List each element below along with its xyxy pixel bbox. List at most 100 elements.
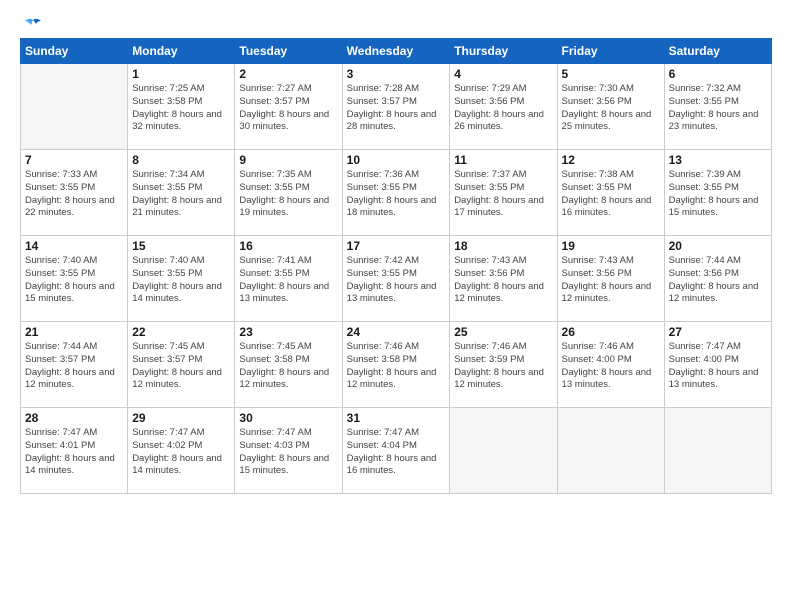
day-number: 2 — [239, 67, 337, 81]
day-number: 27 — [669, 325, 767, 339]
day-info: Sunrise: 7:47 AMSunset: 4:00 PMDaylight:… — [669, 341, 767, 392]
day-number: 19 — [562, 239, 660, 253]
calendar-day-cell: 23 Sunrise: 7:45 AMSunset: 3:58 PMDayligh… — [235, 322, 342, 408]
day-info: Sunrise: 7:32 AMSunset: 3:55 PMDaylight:… — [669, 83, 767, 134]
calendar-day-cell: 2 Sunrise: 7:27 AMSunset: 3:57 PMDaylight… — [235, 64, 342, 150]
calendar-day-cell: 21Sunrise: 7:44 AMSunset: 3:57 PMDayligh… — [21, 322, 128, 408]
calendar-header-tuesday: Tuesday — [235, 39, 342, 64]
day-number: 16 — [239, 239, 337, 253]
calendar-day-cell — [557, 408, 664, 494]
calendar-day-cell: 27 Sunrise: 7:47 AMSunset: 4:00 PMDayligh… — [664, 322, 771, 408]
calendar-header-friday: Friday — [557, 39, 664, 64]
page-header — [20, 18, 772, 32]
calendar-day-cell: 17Sunrise: 7:42 AMSunset: 3:55 PMDayligh… — [342, 236, 450, 322]
day-info: Sunrise: 7:33 AMSunset: 3:55 PMDaylight:… — [25, 169, 123, 220]
logo-bird-icon — [23, 18, 43, 34]
calendar-day-cell — [21, 64, 128, 150]
calendar-header-thursday: Thursday — [450, 39, 557, 64]
day-info: Sunrise: 7:45 AMSunset: 3:58 PMDaylight:… — [239, 341, 337, 392]
calendar-header-row: SundayMondayTuesdayWednesdayThursdayFrid… — [21, 39, 772, 64]
day-number: 23 — [239, 325, 337, 339]
day-info: Sunrise: 7:46 AMSunset: 3:59 PMDaylight:… — [454, 341, 552, 392]
calendar-day-cell: 31 Sunrise: 7:47 AMSunset: 4:04 PMDayligh… — [342, 408, 450, 494]
day-number: 28 — [25, 411, 123, 425]
calendar-day-cell: 7 Sunrise: 7:33 AMSunset: 3:55 PMDaylight… — [21, 150, 128, 236]
calendar-day-cell: 3Sunrise: 7:28 AMSunset: 3:57 PMDaylight… — [342, 64, 450, 150]
day-info: Sunrise: 7:27 AMSunset: 3:57 PMDaylight:… — [239, 83, 337, 134]
calendar-day-cell: 14Sunrise: 7:40 AMSunset: 3:55 PMDayligh… — [21, 236, 128, 322]
calendar-day-cell: 1 Sunrise: 7:25 AMSunset: 3:58 PMDaylight… — [128, 64, 235, 150]
day-info: Sunrise: 7:39 AMSunset: 3:55 PMDaylight:… — [669, 169, 767, 220]
calendar-day-cell: 13 Sunrise: 7:39 AMSunset: 3:55 PMDayligh… — [664, 150, 771, 236]
calendar-day-cell: 24 Sunrise: 7:46 AMSunset: 3:58 PMDayligh… — [342, 322, 450, 408]
day-number: 26 — [562, 325, 660, 339]
day-number: 12 — [562, 153, 660, 167]
day-info: Sunrise: 7:47 AMSunset: 4:02 PMDaylight:… — [132, 427, 230, 478]
day-number: 13 — [669, 153, 767, 167]
day-info: Sunrise: 7:43 AMSunset: 3:56 PMDaylight:… — [454, 255, 552, 306]
calendar-header-sunday: Sunday — [21, 39, 128, 64]
day-number: 17 — [347, 239, 446, 253]
calendar-header-saturday: Saturday — [664, 39, 771, 64]
day-number: 24 — [347, 325, 446, 339]
calendar-table: SundayMondayTuesdayWednesdayThursdayFrid… — [20, 38, 772, 494]
day-number: 31 — [347, 411, 446, 425]
calendar-day-cell: 30 Sunrise: 7:47 AMSunset: 4:03 PMDayligh… — [235, 408, 342, 494]
day-number: 15 — [132, 239, 230, 253]
calendar-day-cell: 4 Sunrise: 7:29 AMSunset: 3:56 PMDaylight… — [450, 64, 557, 150]
calendar-week-row: 14Sunrise: 7:40 AMSunset: 3:55 PMDayligh… — [21, 236, 772, 322]
day-info: Sunrise: 7:45 AMSunset: 3:57 PMDaylight:… — [132, 341, 230, 392]
day-info: Sunrise: 7:44 AMSunset: 3:56 PMDaylight:… — [669, 255, 767, 306]
calendar-day-cell: 12Sunrise: 7:38 AMSunset: 3:55 PMDayligh… — [557, 150, 664, 236]
day-number: 10 — [347, 153, 446, 167]
calendar-day-cell: 5Sunrise: 7:30 AMSunset: 3:56 PMDaylight… — [557, 64, 664, 150]
day-info: Sunrise: 7:47 AMSunset: 4:04 PMDaylight:… — [347, 427, 446, 478]
calendar-day-cell: 19 Sunrise: 7:43 AMSunset: 3:56 PMDayligh… — [557, 236, 664, 322]
day-number: 9 — [239, 153, 337, 167]
day-info: Sunrise: 7:40 AMSunset: 3:55 PMDaylight:… — [25, 255, 123, 306]
day-info: Sunrise: 7:47 AMSunset: 4:03 PMDaylight:… — [239, 427, 337, 478]
calendar-week-row: 7 Sunrise: 7:33 AMSunset: 3:55 PMDaylight… — [21, 150, 772, 236]
day-number: 7 — [25, 153, 123, 167]
calendar-header-monday: Monday — [128, 39, 235, 64]
calendar-day-cell: 15 Sunrise: 7:40 AMSunset: 3:55 PMDayligh… — [128, 236, 235, 322]
day-number: 30 — [239, 411, 337, 425]
day-info: Sunrise: 7:46 AMSunset: 4:00 PMDaylight:… — [562, 341, 660, 392]
day-number: 1 — [132, 67, 230, 81]
day-number: 6 — [669, 67, 767, 81]
calendar-day-cell: 29Sunrise: 7:47 AMSunset: 4:02 PMDayligh… — [128, 408, 235, 494]
calendar-day-cell: 16 Sunrise: 7:41 AMSunset: 3:55 PMDayligh… — [235, 236, 342, 322]
calendar-day-cell: 11 Sunrise: 7:37 AMSunset: 3:55 PMDayligh… — [450, 150, 557, 236]
day-info: Sunrise: 7:43 AMSunset: 3:56 PMDaylight:… — [562, 255, 660, 306]
day-info: Sunrise: 7:36 AMSunset: 3:55 PMDaylight:… — [347, 169, 446, 220]
day-number: 25 — [454, 325, 552, 339]
calendar-day-cell: 20Sunrise: 7:44 AMSunset: 3:56 PMDayligh… — [664, 236, 771, 322]
calendar-day-cell: 18 Sunrise: 7:43 AMSunset: 3:56 PMDayligh… — [450, 236, 557, 322]
calendar-day-cell — [450, 408, 557, 494]
day-info: Sunrise: 7:34 AMSunset: 3:55 PMDaylight:… — [132, 169, 230, 220]
day-info: Sunrise: 7:46 AMSunset: 3:58 PMDaylight:… — [347, 341, 446, 392]
calendar-day-cell: 6 Sunrise: 7:32 AMSunset: 3:55 PMDaylight… — [664, 64, 771, 150]
calendar-day-cell: 28 Sunrise: 7:47 AMSunset: 4:01 PMDayligh… — [21, 408, 128, 494]
day-info: Sunrise: 7:37 AMSunset: 3:55 PMDaylight:… — [454, 169, 552, 220]
day-number: 8 — [132, 153, 230, 167]
day-info: Sunrise: 7:41 AMSunset: 3:55 PMDaylight:… — [239, 255, 337, 306]
day-info: Sunrise: 7:29 AMSunset: 3:56 PMDaylight:… — [454, 83, 552, 134]
day-info: Sunrise: 7:25 AMSunset: 3:58 PMDaylight:… — [132, 83, 230, 134]
logo — [20, 18, 43, 32]
day-number: 18 — [454, 239, 552, 253]
day-number: 11 — [454, 153, 552, 167]
calendar-day-cell — [664, 408, 771, 494]
day-number: 4 — [454, 67, 552, 81]
calendar-day-cell: 26 Sunrise: 7:46 AMSunset: 4:00 PMDayligh… — [557, 322, 664, 408]
calendar-page: SundayMondayTuesdayWednesdayThursdayFrid… — [0, 0, 792, 612]
day-number: 5 — [562, 67, 660, 81]
day-info: Sunrise: 7:40 AMSunset: 3:55 PMDaylight:… — [132, 255, 230, 306]
day-info: Sunrise: 7:35 AMSunset: 3:55 PMDaylight:… — [239, 169, 337, 220]
day-number: 21 — [25, 325, 123, 339]
calendar-week-row: 28 Sunrise: 7:47 AMSunset: 4:01 PMDayligh… — [21, 408, 772, 494]
calendar-day-cell: 9 Sunrise: 7:35 AMSunset: 3:55 PMDaylight… — [235, 150, 342, 236]
calendar-day-cell: 10 Sunrise: 7:36 AMSunset: 3:55 PMDayligh… — [342, 150, 450, 236]
day-number: 22 — [132, 325, 230, 339]
day-info: Sunrise: 7:47 AMSunset: 4:01 PMDaylight:… — [25, 427, 123, 478]
